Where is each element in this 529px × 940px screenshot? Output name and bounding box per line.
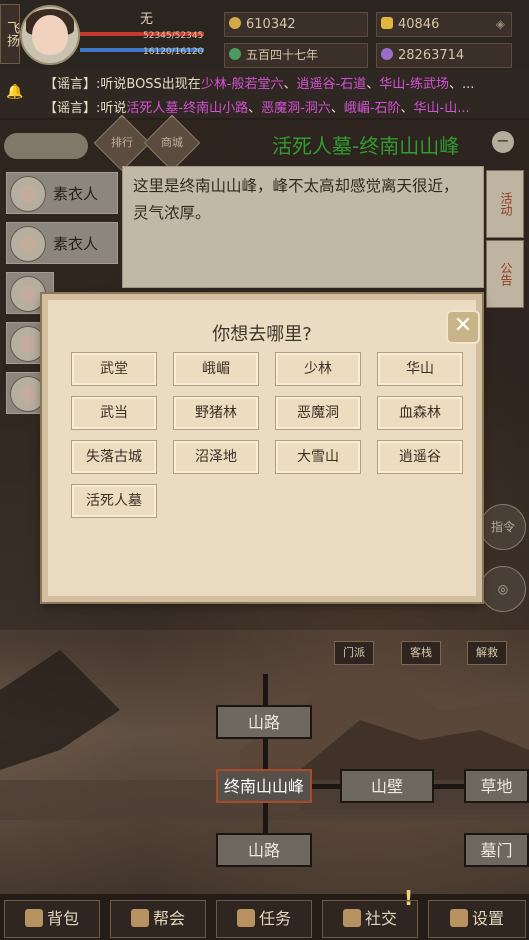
destination-button[interactable]: 华山 bbox=[377, 352, 463, 386]
close-icon[interactable]: ✕ bbox=[446, 310, 480, 344]
player-tag[interactable]: 飞扬 bbox=[0, 4, 20, 64]
rumor-prefix: 【谣言】:听说 bbox=[44, 101, 127, 116]
map-node-north[interactable]: 山路 bbox=[216, 705, 312, 739]
menu-bag[interactable]: 背包 bbox=[4, 900, 100, 938]
menu-label: 背包 bbox=[46, 909, 79, 928]
rescue-button[interactable]: 解救 bbox=[467, 641, 507, 665]
destination-button[interactable]: 活死人墓 bbox=[71, 484, 157, 518]
map-node-east[interactable]: 山壁 bbox=[340, 769, 434, 803]
rumor-line[interactable]: 【谣言】:听说BOSS出现在少林-般若堂六、逍遥谷-石道、华山-练武场、... bbox=[44, 73, 528, 92]
destination-button[interactable]: 峨嵋 bbox=[173, 352, 259, 386]
add-ingots-icon[interactable]: ◈ bbox=[496, 13, 505, 36]
destination-button[interactable]: 少林 bbox=[275, 352, 361, 386]
inn-button[interactable]: 客栈 bbox=[401, 641, 441, 665]
menu-label: 设置 bbox=[471, 909, 504, 928]
quest-icon bbox=[236, 909, 255, 927]
ingots-box[interactable]: 40846 ◈ bbox=[376, 12, 512, 37]
calendar-icon bbox=[229, 48, 241, 60]
destination-button[interactable]: 沼泽地 bbox=[173, 440, 259, 474]
menu-label: 任务 bbox=[258, 909, 291, 928]
menu-quest[interactable]: 任务 bbox=[216, 900, 312, 938]
rumor-location[interactable]: 逍遥谷-石道 bbox=[297, 77, 367, 92]
destination-button[interactable]: 逍遥谷 bbox=[377, 440, 463, 474]
travel-dialog: 你想去哪里? ✕ 武堂 峨嵋 少林 华山 武当 野猪林 恶魔洞 血森林 失落古城… bbox=[42, 294, 482, 602]
bell-icon[interactable]: 🔔 bbox=[6, 84, 23, 100]
gem-icon bbox=[381, 48, 393, 60]
map-node-far-east-bottom[interactable]: 墓门 bbox=[464, 833, 529, 867]
rumor-location[interactable]: 华山-练武场 bbox=[379, 77, 449, 92]
menu-settings[interactable]: 设置 bbox=[428, 900, 526, 938]
bag-icon bbox=[24, 909, 43, 927]
map-node-south[interactable]: 山路 bbox=[216, 833, 312, 867]
rumor-line[interactable]: 【谣言】:听说活死人墓-终南山小路、恶魔洞-洞六、峨嵋-石阶、华山-山... bbox=[44, 97, 528, 116]
menu-guild[interactable]: 帮会 bbox=[110, 900, 206, 938]
avatar-face bbox=[32, 15, 68, 55]
points-box: 28263714 bbox=[376, 43, 512, 68]
menu-label: 社交 bbox=[364, 909, 397, 928]
player-avatar[interactable] bbox=[20, 5, 80, 65]
rumor-location[interactable]: 活死人墓-终南山小路 bbox=[126, 101, 248, 116]
destination-button[interactable]: 大雪山 bbox=[275, 440, 361, 474]
rumor-location[interactable]: 少林-般若堂六 bbox=[201, 77, 284, 92]
map-path bbox=[263, 674, 268, 834]
guild-icon bbox=[130, 909, 149, 927]
destination-button[interactable]: 恶魔洞 bbox=[275, 396, 361, 430]
coins-value: 610342 bbox=[246, 17, 296, 32]
gear-icon bbox=[449, 909, 468, 927]
sect-button[interactable]: 门派 bbox=[334, 641, 374, 665]
points-value: 28263714 bbox=[398, 48, 465, 63]
date-value: 五百四十七年 bbox=[246, 48, 319, 62]
rumor-location[interactable]: 华山-山... bbox=[414, 101, 470, 116]
rumor-location[interactable]: 峨嵋-石阶 bbox=[344, 101, 401, 116]
date-box: 五百四十七年 bbox=[224, 43, 368, 68]
destination-button[interactable]: 失落古城 bbox=[71, 440, 157, 474]
map-node-far-east-top[interactable]: 草地 bbox=[464, 769, 529, 803]
social-icon bbox=[342, 909, 361, 927]
coin-icon bbox=[229, 17, 241, 29]
rumor-prefix: 【谣言】:听说BOSS出现在 bbox=[44, 77, 201, 92]
ingot-icon bbox=[381, 17, 393, 29]
destination-button[interactable]: 野猪林 bbox=[173, 396, 259, 430]
ingots-value: 40846 bbox=[398, 17, 440, 32]
destination-button[interactable]: 血森林 bbox=[377, 396, 463, 430]
rumor-suffix: 、... bbox=[448, 77, 475, 92]
dialog-title: 你想去哪里? bbox=[212, 324, 312, 345]
destination-button[interactable]: 武当 bbox=[71, 396, 157, 430]
notification-icon: ! bbox=[404, 886, 414, 910]
rumor-location[interactable]: 恶魔洞-洞六 bbox=[261, 101, 331, 116]
menu-label: 帮会 bbox=[152, 909, 185, 928]
destination-button[interactable]: 武堂 bbox=[71, 352, 157, 386]
coins-box: 610342 bbox=[224, 12, 368, 37]
player-name: 无 bbox=[140, 12, 154, 27]
map-node-current[interactable]: 终南山山峰 bbox=[216, 769, 312, 803]
